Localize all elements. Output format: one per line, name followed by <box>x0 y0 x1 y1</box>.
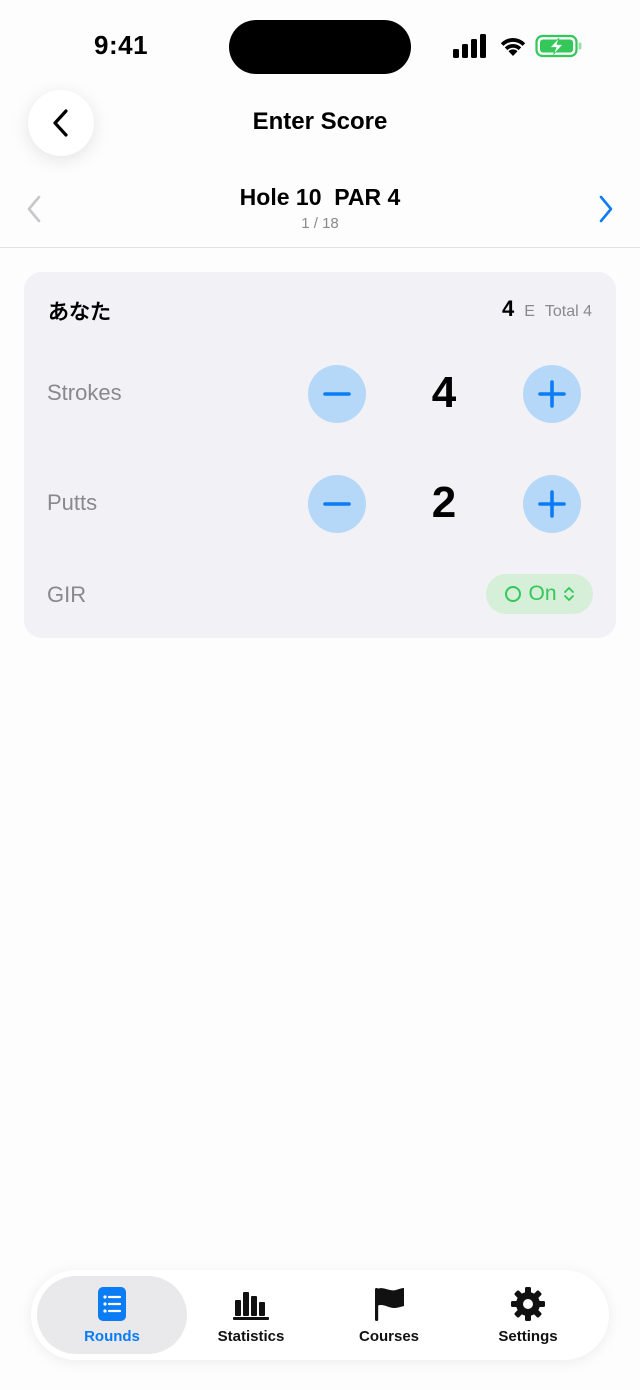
score-to-par: E <box>524 303 535 320</box>
tab-rounds[interactable]: Rounds <box>37 1276 187 1354</box>
gir-row: GIR On <box>24 572 616 616</box>
strokes-label: Strokes <box>47 380 122 405</box>
gear-icon <box>511 1287 545 1321</box>
next-hole-button[interactable] <box>592 192 620 226</box>
status-icons <box>452 34 582 60</box>
score-summary: 4 E Total 4 <box>502 296 592 322</box>
gir-value: On <box>528 582 557 605</box>
tab-statistics-label: Statistics <box>217 1328 285 1345</box>
hole-score: 4 <box>501 296 515 321</box>
status-time: 9:41 <box>94 30 149 60</box>
chevron-up-down-icon <box>563 587 574 601</box>
wifi-icon <box>500 38 526 56</box>
tab-rounds-label: Rounds <box>84 1328 140 1345</box>
tab-settings-label: Settings <box>498 1328 558 1345</box>
minus-icon <box>323 502 351 506</box>
strokes-increment-button[interactable] <box>523 365 581 423</box>
tab-courses-label: Courses <box>358 1328 420 1345</box>
player-name: あなた <box>48 301 111 324</box>
total-score: Total 4 <box>544 303 592 320</box>
tab-bar: Rounds Statistics Courses Settings <box>31 1270 609 1360</box>
plus-icon <box>538 490 566 518</box>
player-score-card: あなた 4 E Total 4 Strokes 4 Putts 2 GIR On <box>24 272 616 638</box>
battery-charging-icon <box>535 34 582 58</box>
circle-icon <box>505 586 522 602</box>
list-icon <box>98 1287 126 1321</box>
hole-title: Hole 10 PAR 4 <box>239 184 401 210</box>
plus-icon <box>538 380 566 408</box>
tab-settings[interactable]: Settings <box>453 1276 603 1354</box>
putts-value: 2 <box>431 478 457 527</box>
putts-decrement-button[interactable] <box>308 475 366 533</box>
putts-label: Putts <box>47 490 98 515</box>
strokes-value: 4 <box>431 368 457 417</box>
page-title: Enter Score <box>252 108 388 135</box>
chevron-right-icon <box>599 195 613 223</box>
strokes-row: Strokes 4 <box>24 364 616 424</box>
flag-icon <box>375 1288 404 1321</box>
putts-increment-button[interactable] <box>523 475 581 533</box>
tab-courses[interactable]: Courses <box>314 1276 464 1354</box>
minus-icon <box>323 392 351 396</box>
gir-label: GIR <box>47 582 87 607</box>
bar-chart-icon <box>233 1292 269 1320</box>
strokes-decrement-button[interactable] <box>308 365 366 423</box>
gir-selector[interactable]: On <box>486 574 593 614</box>
putts-row: Putts 2 <box>24 474 616 534</box>
tab-statistics[interactable]: Statistics <box>176 1276 326 1354</box>
dynamic-island <box>229 20 411 74</box>
status-bar: 9:41 <box>0 0 640 96</box>
hole-navigator: Hole 10 PAR 4 1 / 18 <box>0 170 640 248</box>
hole-progress: 1 / 18 <box>301 215 339 232</box>
cellular-signal-icon <box>453 34 486 58</box>
